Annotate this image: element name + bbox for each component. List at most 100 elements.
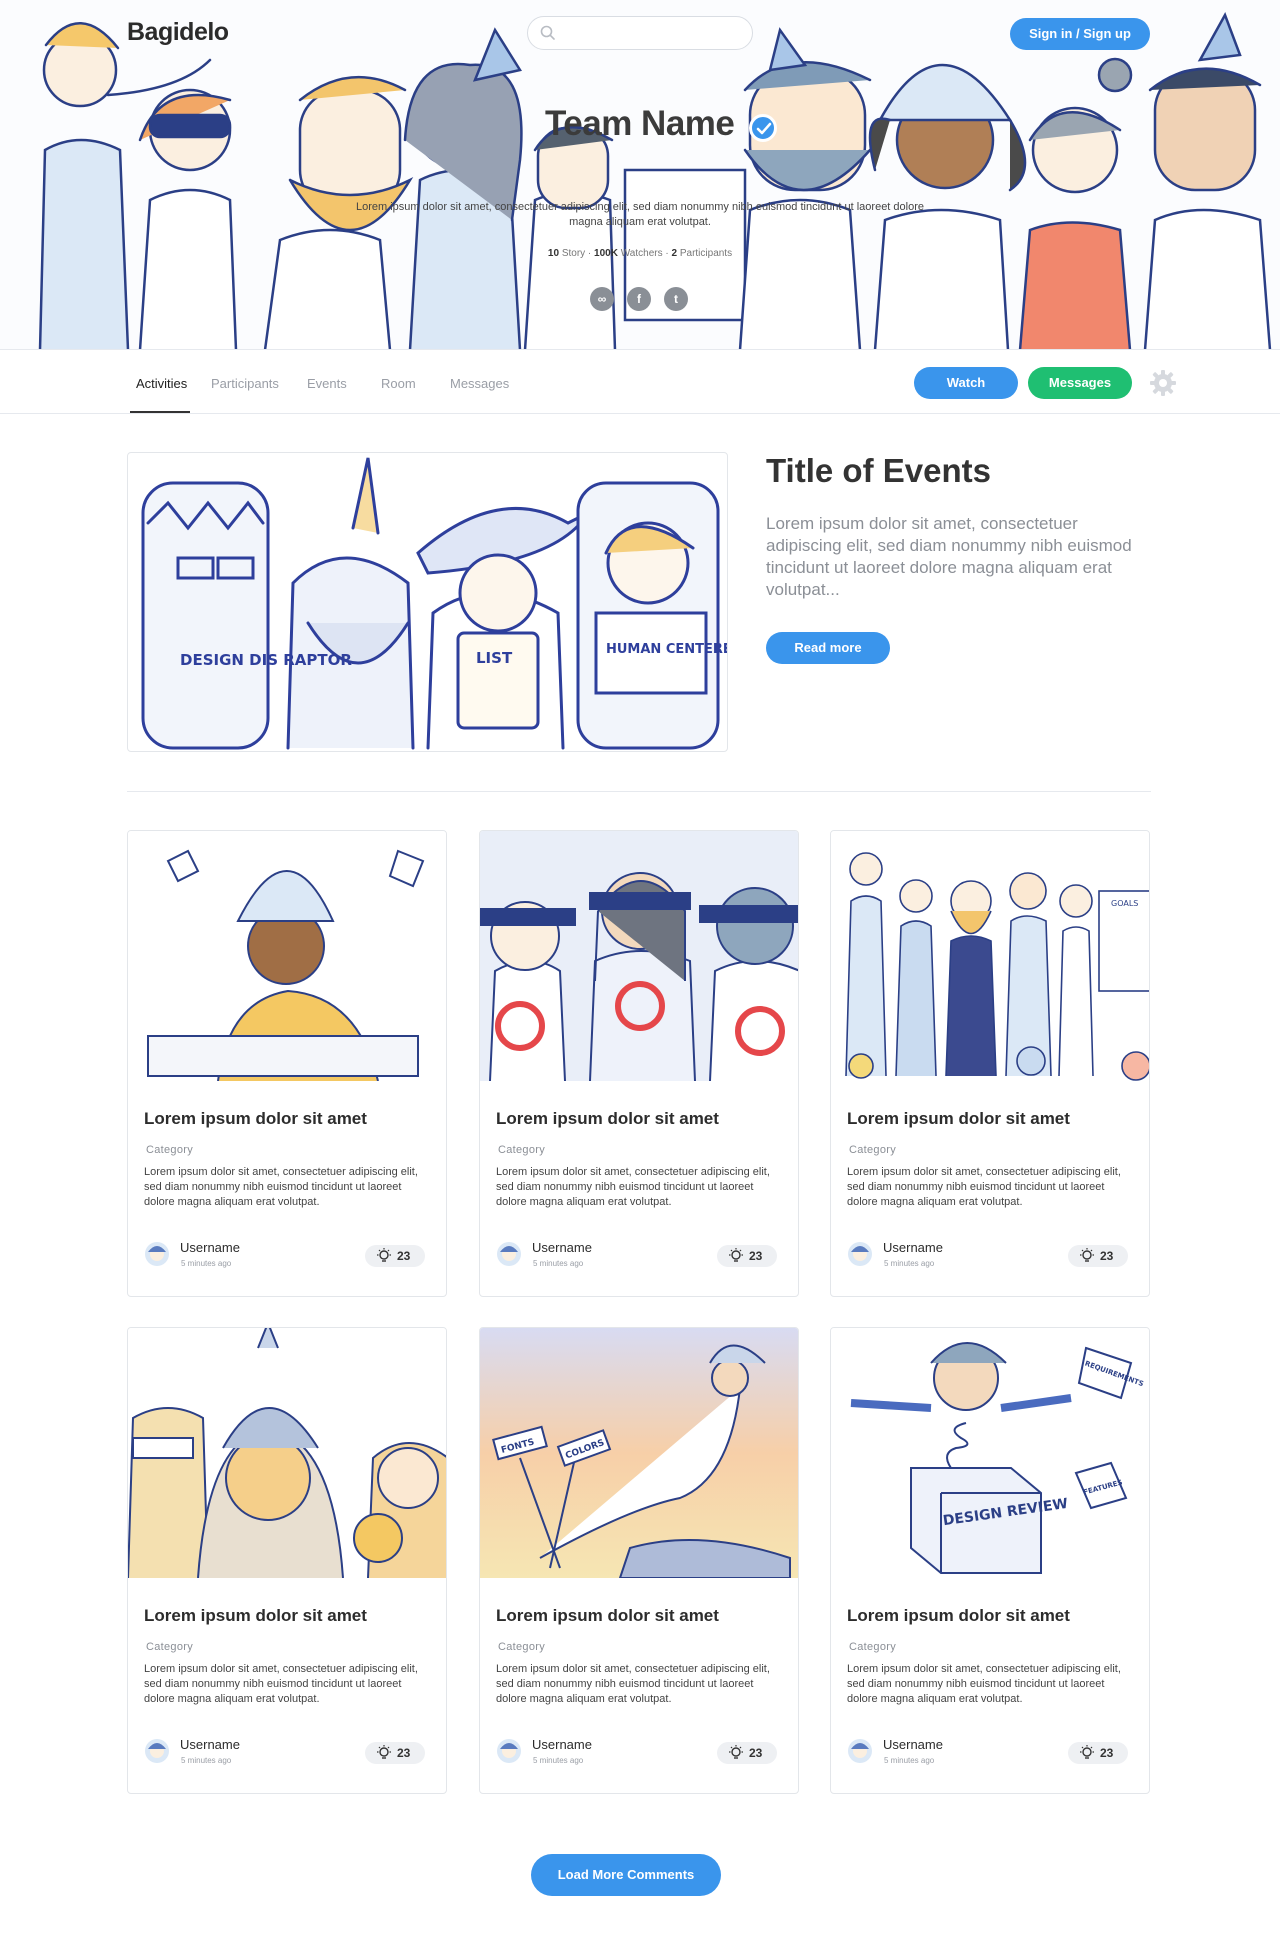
card-category[interactable]: Category xyxy=(849,1144,896,1156)
avatar[interactable] xyxy=(496,1737,522,1767)
like-button[interactable]: 23 xyxy=(717,1742,777,1764)
card-username[interactable]: Username xyxy=(532,1240,592,1255)
team-stats: 10 Story · 100K Watchers · 2 Participant… xyxy=(547,248,733,259)
lightbulb-icon xyxy=(377,1248,391,1262)
verified-badge-icon xyxy=(749,114,777,142)
card-username[interactable]: Username xyxy=(532,1737,592,1752)
card-username[interactable]: Username xyxy=(883,1240,943,1255)
story-label: Story xyxy=(561,248,586,259)
card-description: Lorem ipsum dolor sit amet, consectetuer… xyxy=(847,1663,1121,1705)
lightbulb-icon xyxy=(1080,1745,1094,1759)
story-card[interactable]: Lorem ipsum dolor sit amet Category Lore… xyxy=(127,1327,447,1794)
card-title[interactable]: Lorem ipsum dolor sit amet xyxy=(144,1606,367,1626)
participants-label: Participants xyxy=(679,248,733,259)
story-card[interactable]: Lorem ipsum dolor sit amet Category Lore… xyxy=(127,830,447,1297)
lightbulb-icon xyxy=(729,1248,743,1262)
lightbulb-icon xyxy=(729,1745,743,1759)
card-image xyxy=(128,1328,446,1578)
card-timestamp: 5 minutes ago xyxy=(533,1756,584,1765)
lightbulb-icon xyxy=(1080,1248,1094,1262)
participants-count: 2 xyxy=(671,248,678,259)
card-timestamp: 5 minutes ago xyxy=(884,1259,935,1268)
story-card[interactable]: Lorem ipsum dolor sit amet Category Lore… xyxy=(479,830,799,1297)
tab-messages[interactable]: Messages xyxy=(450,376,509,391)
story-card[interactable]: DESIGN REVIEW REQUIREMENTS FEATURES Lore… xyxy=(830,1327,1150,1794)
active-tab-indicator xyxy=(130,411,190,413)
card-image: GOALS xyxy=(831,831,1149,1081)
avatar[interactable] xyxy=(144,1240,170,1270)
card-image: DESIGN REVIEW REQUIREMENTS FEATURES xyxy=(831,1328,1149,1578)
card-username[interactable]: Username xyxy=(180,1240,240,1255)
avatar[interactable] xyxy=(847,1737,873,1767)
story-card[interactable]: GOALS Lorem ipsum dolor sit amet Categor… xyxy=(830,830,1150,1297)
card-description: Lorem ipsum dolor sit amet, consectetuer… xyxy=(144,1166,418,1208)
like-button[interactable]: 23 xyxy=(365,1742,425,1764)
twitter-icon[interactable]: t xyxy=(664,287,688,311)
illustration-text-human: HUMAN CENTERED xyxy=(606,642,728,657)
tab-activities[interactable]: Activities xyxy=(136,376,187,391)
avatar[interactable] xyxy=(847,1240,873,1270)
illustration-text-goals: GOALS xyxy=(1111,899,1138,908)
read-more-button[interactable]: Read more xyxy=(766,632,890,664)
card-description: Lorem ipsum dolor sit amet, consectetuer… xyxy=(144,1663,418,1705)
featured-illustration: DESIGN DIS RAPTOR LIST HUMAN CENTERED xyxy=(141,457,728,750)
watchers-label: Watchers xyxy=(620,248,663,259)
illustration-text-list: LIST xyxy=(476,649,513,667)
like-count: 23 xyxy=(1100,1249,1114,1263)
avatar[interactable] xyxy=(496,1240,522,1270)
card-title[interactable]: Lorem ipsum dolor sit amet xyxy=(847,1606,1070,1626)
watch-button[interactable]: Watch xyxy=(914,367,1018,399)
watchers-count: 100K xyxy=(594,248,618,259)
load-more-button[interactable]: Load More Comments xyxy=(531,1854,721,1896)
card-image xyxy=(480,831,798,1081)
story-card[interactable]: FONTS COLORS Lorem ipsum dolor sit amet … xyxy=(479,1327,799,1794)
like-count: 23 xyxy=(749,1746,763,1760)
featured-event-image[interactable]: DESIGN DIS RAPTOR LIST HUMAN CENTERED xyxy=(127,452,728,752)
team-description: Lorem ipsum dolor sit amet, consectetuer… xyxy=(355,201,924,228)
search-input[interactable] xyxy=(527,16,753,50)
like-button[interactable]: 23 xyxy=(365,1245,425,1267)
card-description: Lorem ipsum dolor sit amet, consectetuer… xyxy=(496,1663,770,1705)
like-button[interactable]: 23 xyxy=(1068,1742,1128,1764)
card-title[interactable]: Lorem ipsum dolor sit amet xyxy=(847,1109,1070,1129)
signin-button[interactable]: Sign in / Sign up xyxy=(1010,18,1150,50)
card-category[interactable]: Category xyxy=(498,1144,545,1156)
tab-room[interactable]: Room xyxy=(381,376,416,391)
messages-button[interactable]: Messages xyxy=(1028,367,1132,399)
section-divider xyxy=(127,791,1151,792)
like-button[interactable]: 23 xyxy=(717,1245,777,1267)
card-image xyxy=(128,831,446,1081)
illustration-text-design: DESIGN DIS RAPTOR xyxy=(180,651,352,669)
search-icon xyxy=(540,25,555,40)
card-username[interactable]: Username xyxy=(180,1737,240,1752)
link-icon[interactable]: ∞ xyxy=(590,287,614,311)
gear-icon[interactable] xyxy=(1150,370,1176,396)
card-category[interactable]: Category xyxy=(498,1641,545,1653)
card-username[interactable]: Username xyxy=(883,1737,943,1752)
card-description: Lorem ipsum dolor sit amet, consectetuer… xyxy=(496,1166,770,1208)
featured-title: Title of Events xyxy=(766,452,991,489)
like-button[interactable]: 23 xyxy=(1068,1245,1128,1267)
card-title[interactable]: Lorem ipsum dolor sit amet xyxy=(144,1109,367,1129)
facebook-icon[interactable]: f xyxy=(627,287,651,311)
avatar[interactable] xyxy=(144,1737,170,1767)
like-count: 23 xyxy=(1100,1746,1114,1760)
card-timestamp: 5 minutes ago xyxy=(884,1756,935,1765)
card-title[interactable]: Lorem ipsum dolor sit amet xyxy=(496,1109,719,1129)
featured-description: Lorem ipsum dolor sit amet, consectetuer… xyxy=(766,514,1132,599)
tab-participants[interactable]: Participants xyxy=(211,376,279,391)
card-description: Lorem ipsum dolor sit amet, consectetuer… xyxy=(847,1166,1121,1208)
story-count: 10 xyxy=(547,248,560,259)
hero-banner: Bagidelo Sign in / Sign up Team Name Lor… xyxy=(0,0,1280,350)
like-count: 23 xyxy=(749,1249,763,1263)
card-image: FONTS COLORS xyxy=(480,1328,798,1578)
tab-events[interactable]: Events xyxy=(307,376,347,391)
card-category[interactable]: Category xyxy=(146,1641,193,1653)
card-category[interactable]: Category xyxy=(849,1641,896,1653)
team-name: Team Name xyxy=(545,104,735,143)
lightbulb-icon xyxy=(377,1745,391,1759)
card-category[interactable]: Category xyxy=(146,1144,193,1156)
app-logo[interactable]: Bagidelo xyxy=(127,18,229,47)
card-title[interactable]: Lorem ipsum dolor sit amet xyxy=(496,1606,719,1626)
card-timestamp: 5 minutes ago xyxy=(181,1756,232,1765)
